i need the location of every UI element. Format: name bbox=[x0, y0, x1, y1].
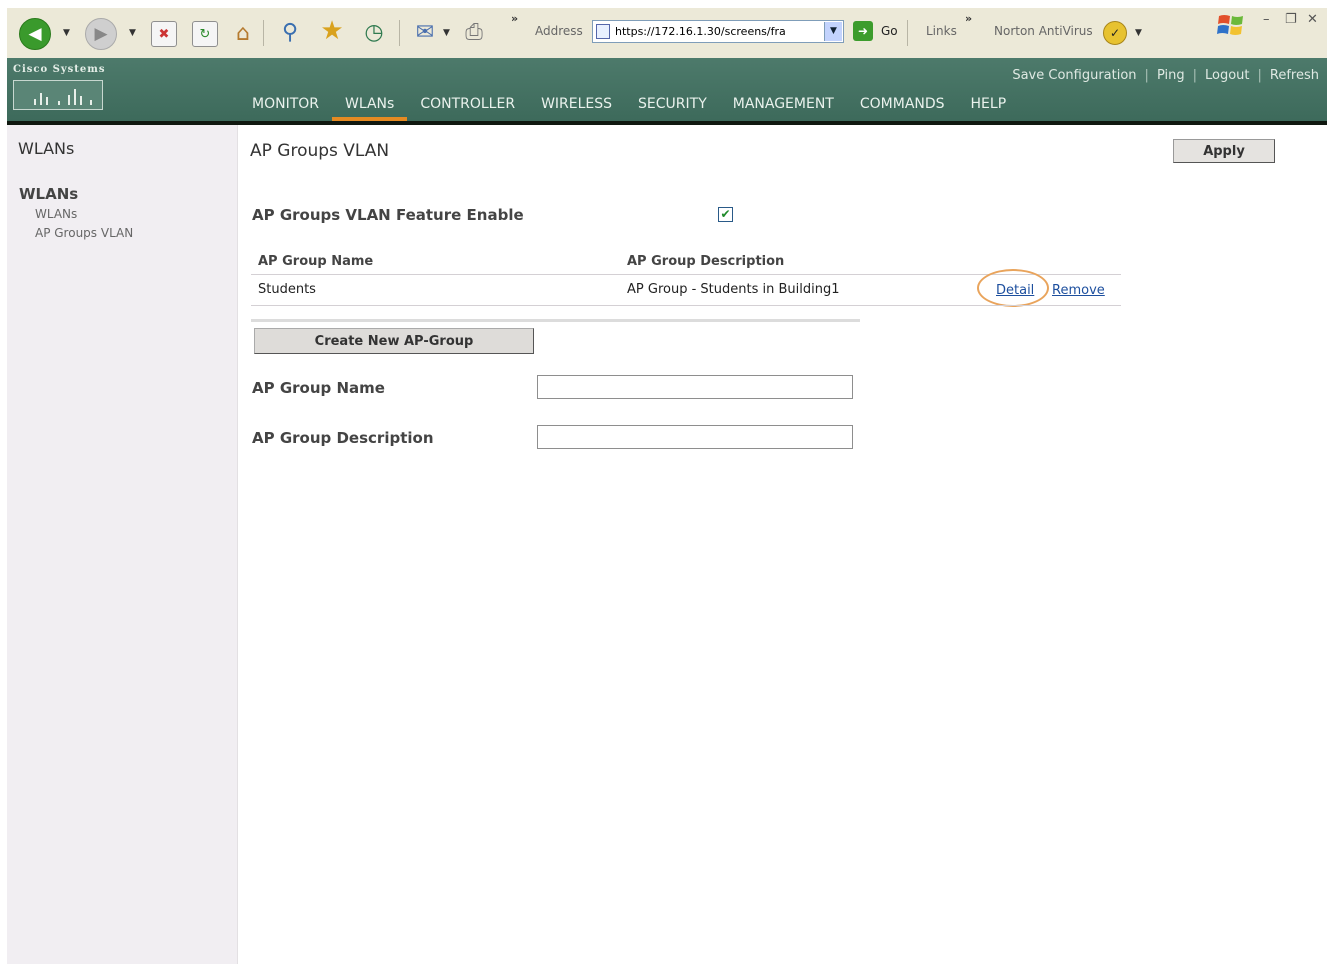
restore-icon[interactable]: ❐ bbox=[1285, 12, 1297, 27]
sidebar-item-wlans[interactable]: WLANs bbox=[35, 207, 77, 221]
nav-wlans[interactable]: WLANs bbox=[332, 92, 408, 121]
remove-link[interactable]: Remove bbox=[1052, 283, 1105, 298]
favorites-star-icon[interactable]: ★ bbox=[317, 16, 347, 46]
stop-icon[interactable]: ✖ bbox=[151, 21, 177, 47]
address-url[interactable]: https://172.16.1.30/screens/fra bbox=[615, 25, 823, 38]
windows-logo-icon bbox=[1217, 15, 1243, 35]
app-header: Cisco Systems Save Configuration | Ping … bbox=[7, 58, 1327, 121]
table-row-divider bbox=[251, 305, 1121, 306]
save-configuration-link[interactable]: Save Configuration bbox=[1012, 68, 1136, 83]
ap-group-name-input[interactable] bbox=[537, 375, 853, 399]
close-icon[interactable]: ✕ bbox=[1307, 12, 1318, 27]
sidebar-title: WLANs bbox=[18, 139, 75, 158]
column-header-ap-group-name: AP Group Name bbox=[258, 254, 374, 269]
history-icon[interactable]: ◷ bbox=[359, 17, 389, 47]
norton-shield-icon[interactable]: ✓ bbox=[1103, 21, 1127, 45]
feature-enable-checkbox[interactable]: ✔ bbox=[718, 207, 733, 222]
ap-group-description-input[interactable] bbox=[537, 425, 853, 449]
nav-commands[interactable]: COMMANDS bbox=[847, 92, 958, 121]
mail-dropdown-icon[interactable]: ▼ bbox=[443, 28, 450, 38]
sidebar: WLANs WLANs WLANs AP Groups VLAN bbox=[7, 125, 238, 964]
feature-enable-label: AP Groups VLAN Feature Enable bbox=[252, 206, 524, 224]
forward-dropdown-icon[interactable]: ▼ bbox=[129, 28, 136, 38]
address-label: Address bbox=[535, 24, 583, 38]
brand-name: Cisco Systems bbox=[13, 64, 106, 75]
row-ap-group-description: AP Group - Students in Building1 bbox=[627, 282, 840, 297]
address-dropdown-icon[interactable]: ▼ bbox=[824, 22, 842, 41]
nav-wireless[interactable]: WIRELESS bbox=[528, 92, 625, 121]
link-separator: | bbox=[1257, 68, 1262, 83]
refresh-icon[interactable]: ↻ bbox=[192, 21, 218, 47]
link-separator: | bbox=[1144, 68, 1149, 83]
address-bar[interactable]: https://172.16.1.30/screens/fra ▼ bbox=[592, 20, 844, 43]
mail-icon[interactable]: ✉ bbox=[410, 18, 440, 46]
go-button[interactable]: Go bbox=[881, 24, 898, 38]
logout-link[interactable]: Logout bbox=[1205, 68, 1250, 83]
home-icon[interactable]: ⌂ bbox=[229, 19, 257, 47]
links-overflow-chevron[interactable]: » bbox=[965, 12, 972, 25]
go-arrow-icon[interactable]: ➜ bbox=[853, 21, 873, 41]
norton-dropdown-icon[interactable]: ▼ bbox=[1135, 28, 1142, 38]
row-ap-group-name: Students bbox=[258, 282, 316, 297]
forward-button[interactable]: ▶ bbox=[85, 18, 117, 50]
sidebar-item-ap-groups-vlan[interactable]: AP Groups VLAN bbox=[35, 226, 133, 240]
print-icon[interactable]: ⎙ bbox=[458, 17, 490, 47]
nav-controller[interactable]: CONTROLLER bbox=[407, 92, 528, 121]
column-header-ap-group-description: AP Group Description bbox=[627, 254, 785, 269]
toolbar-overflow-chevron[interactable]: » bbox=[511, 12, 518, 25]
back-button[interactable]: ◀ bbox=[19, 18, 51, 50]
minimize-icon[interactable]: – bbox=[1263, 12, 1270, 27]
links-label[interactable]: Links bbox=[926, 24, 957, 38]
cisco-logo bbox=[13, 80, 103, 110]
apply-button[interactable]: Apply bbox=[1173, 139, 1275, 163]
ping-link[interactable]: Ping bbox=[1157, 68, 1185, 83]
norton-antivirus-label[interactable]: Norton AntiVirus bbox=[994, 24, 1093, 38]
page-title: AP Groups VLAN bbox=[250, 141, 390, 161]
create-new-ap-group-button[interactable]: Create New AP-Group bbox=[254, 328, 534, 354]
main-nav: MONITOR WLANs CONTROLLER WIRELESS SECURI… bbox=[239, 92, 1019, 121]
page-icon bbox=[596, 24, 610, 39]
browser-toolbar: ◀ ▼ ▶ ▼ ✖ ↻ ⌂ ⚲ ★ ◷ ✉ ▼ ⎙ » Address http… bbox=[7, 8, 1327, 59]
ap-group-name-label: AP Group Name bbox=[252, 379, 385, 397]
utility-links: Save Configuration | Ping | Logout | Ref… bbox=[1012, 68, 1319, 83]
sidebar-section-wlans[interactable]: WLANs bbox=[19, 185, 78, 203]
browser-window: ◀ ▼ ▶ ▼ ✖ ↻ ⌂ ⚲ ★ ◷ ✉ ▼ ⎙ » Address http… bbox=[7, 8, 1327, 964]
nav-monitor[interactable]: MONITOR bbox=[239, 92, 332, 121]
nav-help[interactable]: HELP bbox=[958, 92, 1020, 121]
nav-management[interactable]: MANAGEMENT bbox=[720, 92, 847, 121]
refresh-link[interactable]: Refresh bbox=[1270, 68, 1319, 83]
ap-group-description-label: AP Group Description bbox=[252, 429, 434, 447]
search-icon[interactable]: ⚲ bbox=[275, 17, 305, 47]
detail-highlight-annotation bbox=[977, 269, 1049, 307]
link-separator: | bbox=[1192, 68, 1197, 83]
back-dropdown-icon[interactable]: ▼ bbox=[63, 28, 70, 38]
section-divider bbox=[251, 319, 860, 322]
nav-security[interactable]: SECURITY bbox=[625, 92, 720, 121]
